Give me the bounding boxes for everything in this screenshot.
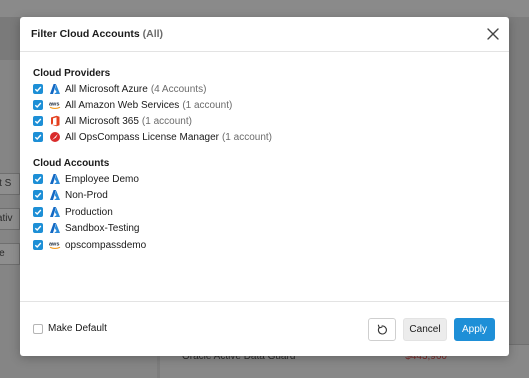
provider-row-azure[interactable]: All Microsoft Azure (4 Accounts) <box>33 82 206 96</box>
apply-button[interactable]: Apply <box>454 318 495 341</box>
background-tab: ent S <box>0 173 20 195</box>
background-tab-label: age <box>0 244 5 264</box>
account-row[interactable]: Sandbox-Testing <box>33 221 140 235</box>
account-label: Employee Demo <box>65 173 139 185</box>
svg-text:aws: aws <box>49 242 59 248</box>
provider-row-microsoft-365[interactable]: All Microsoft 365 (1 account) <box>33 114 192 128</box>
provider-count: (1 account) <box>182 99 233 111</box>
cloud-providers-heading: Cloud Providers <box>33 68 111 79</box>
filter-cloud-accounts-modal: Filter Cloud Accounts (All) Cloud Provid… <box>20 17 509 356</box>
provider-count: (1 account) <box>141 115 192 127</box>
provider-count: (4 Accounts) <box>150 83 207 95</box>
account-label: opscompassdemo <box>65 239 147 251</box>
reset-button[interactable] <box>368 318 396 341</box>
office365-icon <box>49 115 61 127</box>
make-default-label[interactable]: Make Default <box>48 323 107 334</box>
cloud-accounts-heading: Cloud Accounts <box>33 158 110 169</box>
checkbox-checked[interactable] <box>33 240 43 250</box>
aws-icon: aws <box>49 239 61 251</box>
azure-icon <box>49 173 61 185</box>
modal-footer: Make Default Cancel Apply <box>20 301 509 356</box>
aws-icon: aws <box>49 99 61 111</box>
background-tab-label: ent S <box>0 178 12 189</box>
azure-icon <box>49 222 61 234</box>
background-top-bar <box>0 0 529 17</box>
checkbox-checked[interactable] <box>33 190 43 200</box>
close-button[interactable] <box>485 26 501 42</box>
reset-icon <box>377 324 387 334</box>
provider-row-opscompass[interactable]: All OpsCompass License Manager (1 accoun… <box>33 130 272 144</box>
provider-row-aws[interactable]: aws All Amazon Web Services (1 account) <box>33 98 232 112</box>
background-tab: rnativ <box>0 208 20 230</box>
account-row[interactable]: aws opscompassdemo <box>33 238 146 252</box>
checkbox-checked[interactable] <box>33 207 43 217</box>
checkbox-checked[interactable] <box>33 132 43 142</box>
checkbox-checked[interactable] <box>33 100 43 110</box>
opscompass-icon <box>49 131 61 143</box>
modal-title-text: Filter Cloud Accounts <box>31 28 140 40</box>
provider-label: All Amazon Web Services <box>65 99 180 111</box>
provider-count: (1 account) <box>221 131 272 143</box>
azure-icon <box>49 189 61 201</box>
account-label: Non-Prod <box>65 189 108 201</box>
checkbox-checked[interactable] <box>33 116 43 126</box>
account-row[interactable]: Non-Prod <box>33 188 108 202</box>
azure-icon <box>49 206 61 218</box>
checkbox-checked[interactable] <box>33 174 43 184</box>
provider-label: All OpsCompass License Manager <box>65 131 219 143</box>
provider-label: All Microsoft Azure <box>65 83 148 95</box>
close-icon <box>487 28 499 40</box>
background-tab-label: rnativ <box>0 213 13 224</box>
account-row[interactable]: Employee Demo <box>33 172 139 186</box>
make-default-checkbox[interactable] <box>33 324 43 334</box>
azure-icon <box>49 83 61 95</box>
svg-text:aws: aws <box>49 102 59 108</box>
checkbox-checked[interactable] <box>33 84 43 94</box>
modal-title: Filter Cloud Accounts (All) <box>31 28 163 40</box>
provider-label: All Microsoft 365 <box>65 115 139 127</box>
account-label: Production <box>65 206 113 218</box>
modal-title-suffix: (All) <box>142 28 164 40</box>
background-tab: age <box>0 243 20 265</box>
account-row[interactable]: Production <box>33 205 113 219</box>
modal-header: Filter Cloud Accounts (All) <box>20 17 509 52</box>
account-label: Sandbox-Testing <box>65 222 140 234</box>
cancel-button[interactable]: Cancel <box>403 318 447 341</box>
checkbox-checked[interactable] <box>33 223 43 233</box>
